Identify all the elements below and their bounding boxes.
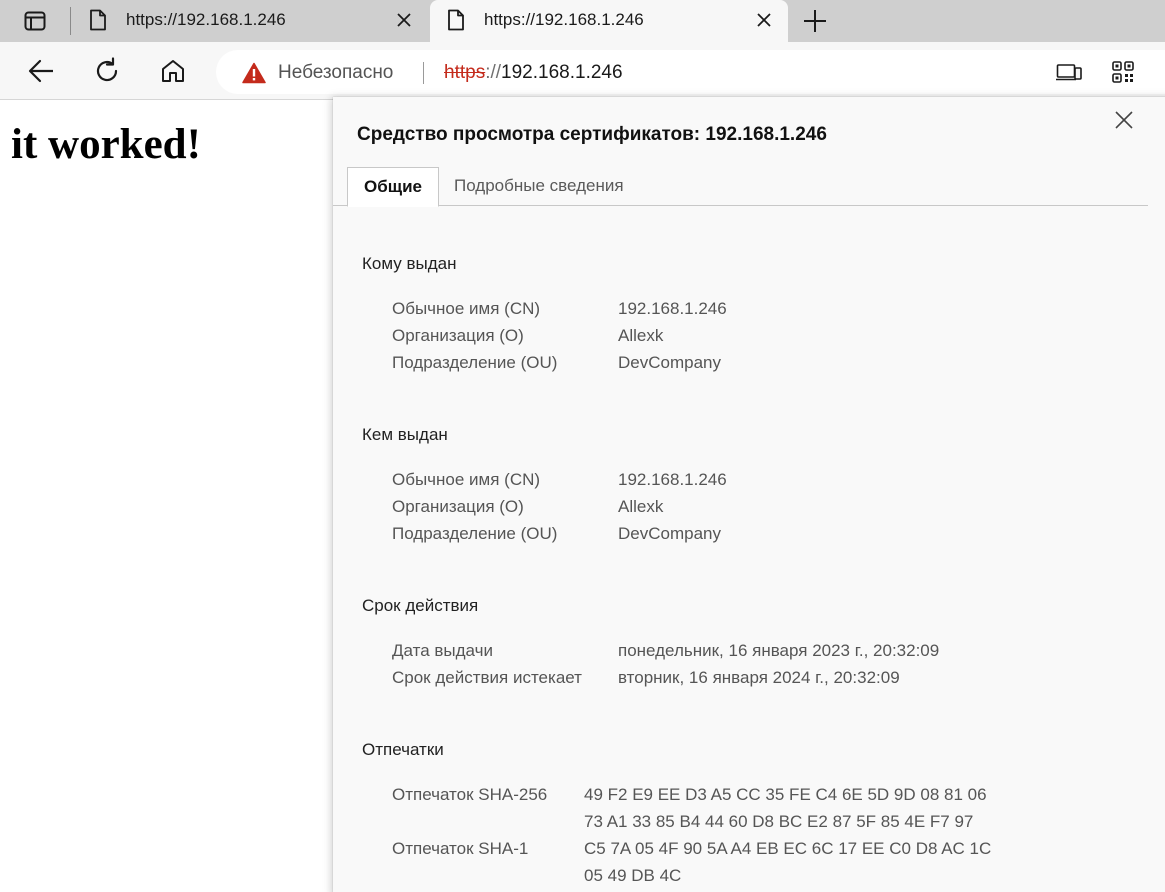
refresh-icon <box>96 57 118 82</box>
security-status-label[interactable]: Небезопасно <box>278 62 393 84</box>
tab-divider <box>70 7 71 35</box>
tab-strip: https://192.168.1.246 https://192.168.1.… <box>0 0 1165 42</box>
tab-actions-icon <box>24 11 46 31</box>
field-value: Allexk <box>618 497 664 516</box>
issued-to-title: Кому выдан <box>362 254 457 273</box>
field-value: Allexk <box>618 326 664 345</box>
close-tab-icon[interactable] <box>394 10 414 30</box>
fingerprint-value: 49 F2 E9 EE D3 A5 CC 35 FE C4 6E 5D 9D 0… <box>584 785 987 804</box>
field-value: понедельник, 16 января 2023 г., 20:32:09 <box>618 641 940 660</box>
field-label: Отпечаток SHA-1 <box>392 839 529 858</box>
browser-tab-1[interactable]: https://192.168.1.246 <box>72 0 428 42</box>
browser-toolbar: Небезопасно https://192.168.1.246 <box>0 42 1165 100</box>
dialog-tab-bar: Общие Подробные сведения <box>333 167 1148 207</box>
dialog-title: Средство просмотра сертификатов: 192.168… <box>357 124 827 145</box>
new-tab-plus-icon[interactable] <box>800 6 830 36</box>
tab-title: https://192.168.1.246 <box>126 10 286 29</box>
field-value: 192.168.1.246 <box>618 470 727 489</box>
field-label: Дата выдачи <box>392 641 493 660</box>
address-bar[interactable]: Небезопасно https://192.168.1.246 <box>216 50 1165 94</box>
fingerprints-title: Отпечатки <box>362 740 444 759</box>
tab-title: https://192.168.1.246 <box>484 10 644 29</box>
issued-by-title: Кем выдан <box>362 425 448 444</box>
fingerprint-value: C5 7A 05 4F 90 5A A4 EB EC 6C 17 EE C0 D… <box>584 839 992 858</box>
close-tab-icon[interactable] <box>754 10 774 30</box>
page-icon <box>448 9 464 31</box>
url-text[interactable]: https://192.168.1.246 <box>444 62 623 84</box>
back-button[interactable] <box>26 56 56 86</box>
field-value: DevCompany <box>618 353 721 372</box>
field-label: Отпечаток SHA-256 <box>392 785 548 804</box>
arrow-left-icon <box>28 59 53 83</box>
field-label: Подразделение (OU) <box>392 353 558 372</box>
field-label: Обычное имя (CN) <box>392 470 541 489</box>
address-divider <box>423 62 424 84</box>
close-dialog-icon[interactable] <box>1113 109 1135 131</box>
field-label: Организация (O) <box>392 497 524 516</box>
app-available-icon[interactable] <box>1056 60 1082 84</box>
field-value: 192.168.1.246 <box>618 299 727 318</box>
home-button[interactable] <box>158 56 188 86</box>
url-host: 192.168.1.246 <box>501 62 623 83</box>
browser-tab-2[interactable]: https://192.168.1.246 <box>430 0 788 42</box>
home-icon <box>162 60 184 82</box>
tab-general[interactable]: Общие <box>347 167 439 207</box>
field-label: Организация (O) <box>392 326 524 345</box>
refresh-button[interactable] <box>92 56 122 86</box>
fingerprint-value: 73 A1 33 85 B4 44 60 D8 BC E2 87 5F 85 4… <box>584 812 974 831</box>
page-heading: it worked! <box>11 121 201 168</box>
qr-code-icon[interactable] <box>1110 60 1136 84</box>
url-scheme: https <box>444 62 486 83</box>
url-separator: :// <box>485 62 502 83</box>
page-icon <box>90 9 106 31</box>
field-label: Срок действия истекает <box>392 668 582 687</box>
warning-triangle-icon[interactable] <box>242 62 266 84</box>
field-value: вторник, 16 января 2024 г., 20:32:09 <box>618 668 900 687</box>
field-label: Подразделение (OU) <box>392 524 558 543</box>
certificate-viewer-dialog: Средство просмотра сертификатов: 192.168… <box>333 97 1165 892</box>
validity-title: Срок действия <box>362 596 479 615</box>
field-label: Обычное имя (CN) <box>392 299 541 318</box>
tab-actions-menu-button[interactable] <box>14 8 56 34</box>
fingerprint-value: 05 49 DB 4C <box>584 866 682 885</box>
tab-details[interactable]: Подробные сведения <box>454 167 624 206</box>
field-value: DevCompany <box>618 524 721 543</box>
